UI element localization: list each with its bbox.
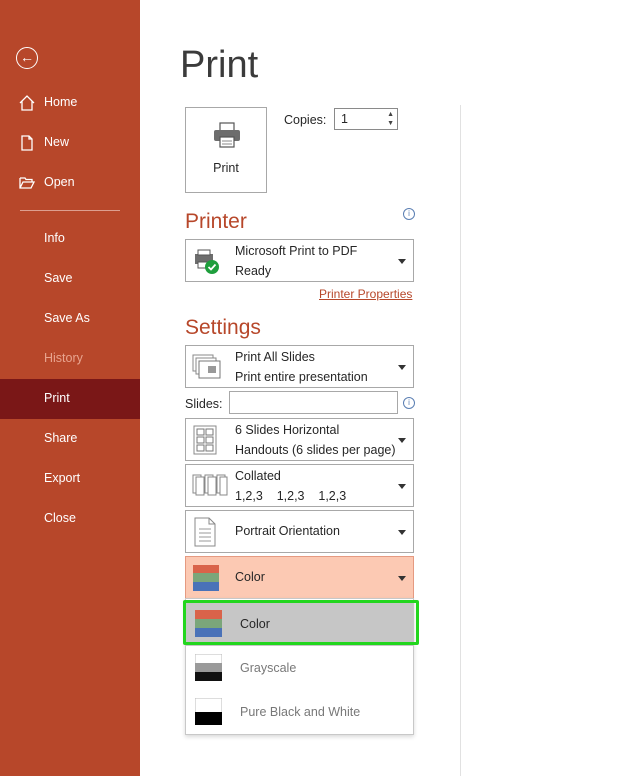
sidebar-item-export[interactable]: Export <box>0 459 140 499</box>
printer-name: Microsoft Print to PDF <box>235 244 358 258</box>
copies-value: 1 <box>341 112 348 126</box>
collated-pages-icon <box>192 474 228 496</box>
collation-dropdown[interactable]: Collated 1,2,3 1,2,3 1,2,3 <box>185 464 414 507</box>
color-dropdown[interactable]: Color <box>185 556 414 599</box>
black-white-swatch-icon <box>195 698 222 725</box>
sidebar-item-print[interactable]: Print <box>0 379 140 419</box>
sidebar-item-label: Export <box>44 471 81 485</box>
chevron-down-icon <box>398 365 406 370</box>
copies-stepper[interactable]: 1 ▲ ▼ <box>334 108 398 130</box>
sidebar-item-share[interactable]: Share <box>0 419 140 459</box>
layout-dropdown[interactable]: 6 Slides Horizontal Handouts (6 slides p… <box>185 418 414 461</box>
portrait-page-icon <box>194 517 216 547</box>
sidebar-item-save[interactable]: Save <box>0 259 140 299</box>
printer-status: Ready <box>235 264 272 278</box>
sidebar-item-label: Share <box>44 431 78 445</box>
layout-subtitle: Handouts (6 slides per page) <box>235 443 396 457</box>
collation-title: Collated <box>235 469 281 483</box>
color-option-grayscale[interactable]: Grayscale <box>186 646 413 690</box>
settings-heading: Settings <box>185 316 261 339</box>
sidebar-item-new[interactable]: New <box>0 123 140 163</box>
slides-stack-icon <box>192 354 221 379</box>
print-range-title: Print All Slides <box>235 350 315 364</box>
sidebar-item-label: Save <box>44 271 73 285</box>
menu-item-label: Grayscale <box>240 661 297 675</box>
sidebar-item-info[interactable]: Info <box>0 219 140 259</box>
sidebar-item-label: Print <box>44 391 70 405</box>
sidebar-item-label: Close <box>44 511 76 525</box>
page-title: Print <box>180 44 259 86</box>
menu-item-label: Pure Black and White <box>240 705 361 719</box>
chevron-down-icon <box>398 576 406 581</box>
sidebar-item-save-as[interactable]: Save As <box>0 299 140 339</box>
orientation-dropdown[interactable]: Portrait Orientation <box>185 510 414 553</box>
info-icon[interactable]: i <box>403 208 415 220</box>
print-range-subtitle: Print entire presentation <box>235 370 368 384</box>
selection-highlight <box>183 600 419 645</box>
slides-input[interactable] <box>229 391 398 414</box>
sidebar-divider <box>20 210 120 211</box>
color-selected: Color <box>235 570 265 584</box>
print-button[interactable]: Print <box>185 107 267 193</box>
sidebar-item-open[interactable]: Open <box>0 163 140 203</box>
sidebar-item-label: Info <box>44 231 65 245</box>
print-button-label: Print <box>213 161 239 175</box>
backstage-sidebar: ← Home New Open Info Save Save As Histor… <box>0 0 140 776</box>
printer-dropdown[interactable]: Microsoft Print to PDF Ready <box>185 239 414 282</box>
printer-properties-link[interactable]: Printer Properties <box>319 287 412 301</box>
back-arrow-icon[interactable]: ← <box>16 47 38 69</box>
grayscale-swatch-icon <box>195 654 222 681</box>
sidebar-item-close[interactable]: Close <box>0 499 140 539</box>
sidebar-item-label: Open <box>44 175 75 189</box>
preview-divider <box>460 105 461 776</box>
sidebar-item-label: Home <box>44 95 78 109</box>
home-icon <box>19 95 35 111</box>
color-option-pure-black-white[interactable]: Pure Black and White <box>186 690 413 734</box>
chevron-down-icon <box>398 438 406 443</box>
print-range-dropdown[interactable]: Print All Slides Print entire presentati… <box>185 345 414 388</box>
chevron-down-icon <box>398 259 406 264</box>
open-folder-icon <box>19 177 36 189</box>
chevron-down-icon <box>398 484 406 489</box>
info-icon[interactable]: i <box>403 397 415 409</box>
sidebar-item-label: History <box>44 351 83 365</box>
chevron-down-icon <box>398 530 406 535</box>
handout-layout-icon <box>193 425 217 455</box>
sidebar-item-label: New <box>44 135 70 149</box>
copies-label: Copies: <box>284 113 327 127</box>
sidebar-item-label: Save As <box>44 311 90 325</box>
color-swatch-icon <box>193 565 219 591</box>
printer-ready-icon <box>195 249 219 274</box>
stepper-arrows-icon[interactable]: ▲ ▼ <box>387 110 394 128</box>
sidebar-item-history: History <box>0 339 140 379</box>
orientation-title: Portrait Orientation <box>235 524 340 538</box>
printer-icon <box>214 122 240 148</box>
collation-subtitle: 1,2,3 1,2,3 1,2,3 <box>235 489 347 503</box>
sidebar-item-home[interactable]: Home <box>0 83 140 123</box>
slides-label: Slides: <box>185 397 223 411</box>
layout-title: 6 Slides Horizontal <box>235 423 340 437</box>
new-document-icon <box>21 135 33 151</box>
printer-heading: Printer <box>185 210 247 233</box>
